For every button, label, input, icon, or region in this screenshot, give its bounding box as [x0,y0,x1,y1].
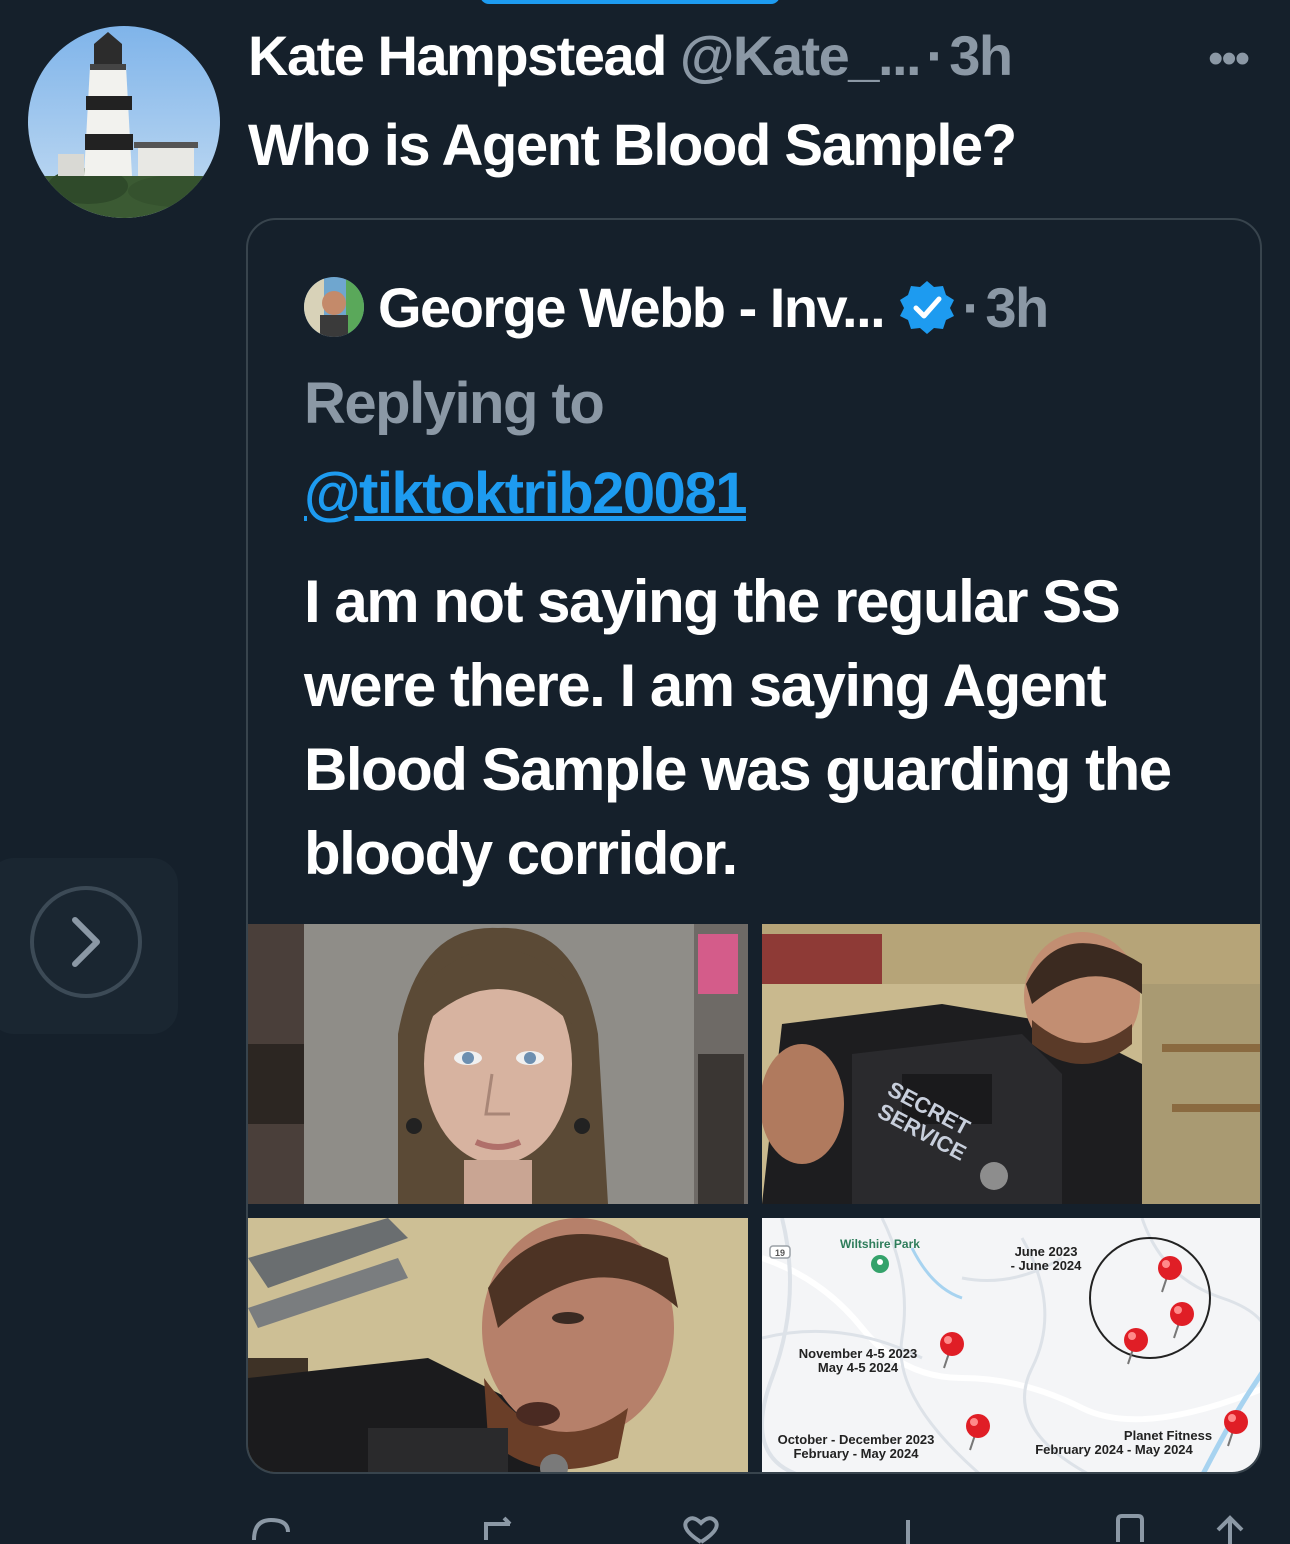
author-name[interactable]: Kate Hampstead [248,23,667,88]
media-image-map[interactable]: 19 Wiltshire Park June 2023 - June 2024 … [762,1218,1260,1472]
lighthouse-avatar-image [28,26,220,218]
like-icon[interactable] [676,1514,726,1544]
new-posts-pill[interactable] [480,0,780,4]
map-label-june-1: June 2023 [1015,1244,1078,1259]
tweet-action-bar [248,1504,1248,1544]
separator-dot: · [962,275,981,339]
next-button[interactable] [30,886,142,998]
media-image-agent[interactable]: SECRET SERVICE [762,924,1260,1204]
media-image-closeup[interactable] [248,1218,748,1472]
map-label-nov-1: November 4-5 2023 [799,1346,918,1361]
map-label-oct-1: October - December 2023 [778,1432,935,1447]
quoted-header: George Webb - Inv... · 3h [304,272,1049,342]
tweet-text: Who is Agent Blood Sample? [248,113,1017,178]
media-grid: SECRET SERVICE 19 Wiltshire Park June 20… [248,924,1260,1472]
quoted-avatar[interactable] [304,277,364,337]
map-park-label: Wiltshire Park [840,1237,920,1251]
map-image: 19 Wiltshire Park June 2023 - June 2024 … [762,1218,1260,1472]
map-label-pf-1: Planet Fitness [1124,1428,1212,1443]
tweet-header: Kate Hampstead @Kate_... · 3h [248,23,1013,88]
closeup-image [248,1218,748,1472]
map-label-nov-2: May 4-5 2024 [818,1360,899,1375]
chevron-right-icon [72,917,100,967]
repost-icon[interactable] [480,1514,530,1544]
author-avatar[interactable] [28,26,220,218]
replying-to-label: Replying to [304,371,605,436]
verified-badge-icon [900,281,955,334]
reply-mention-link[interactable]: @tiktoktrib20081 [304,460,747,527]
mugshot-image [248,924,748,1204]
share-icon[interactable] [1210,1514,1250,1544]
quoted-body-text: I am not saying the regular SS were ther… [304,568,1172,887]
quoted-author-name[interactable]: George Webb - Inv... [378,275,886,340]
media-image-mugshot[interactable] [248,924,748,1204]
map-road-label: 19 [775,1248,785,1258]
map-label-pf-2: February 2024 - May 2024 [1035,1442,1193,1457]
reply-icon[interactable] [248,1514,294,1544]
views-icon[interactable] [896,1514,936,1544]
quoted-avatar-image [304,277,364,337]
separator-dot: · [926,23,945,87]
author-handle[interactable]: @Kate_... [680,23,922,88]
post-time[interactable]: 3h [949,23,1013,88]
quoted-post-time[interactable]: 3h [985,275,1049,340]
map-label-june-2: - June 2024 [1011,1258,1083,1273]
agent-image: SECRET SERVICE [762,924,1260,1204]
bookmark-icon[interactable] [1110,1514,1150,1544]
map-label-oct-2: February - May 2024 [793,1446,919,1461]
more-horizontal-icon[interactable]: ••• [1208,34,1250,84]
quoted-tweet-card[interactable]: George Webb - Inv... · 3h Replying to @t… [246,218,1262,1474]
